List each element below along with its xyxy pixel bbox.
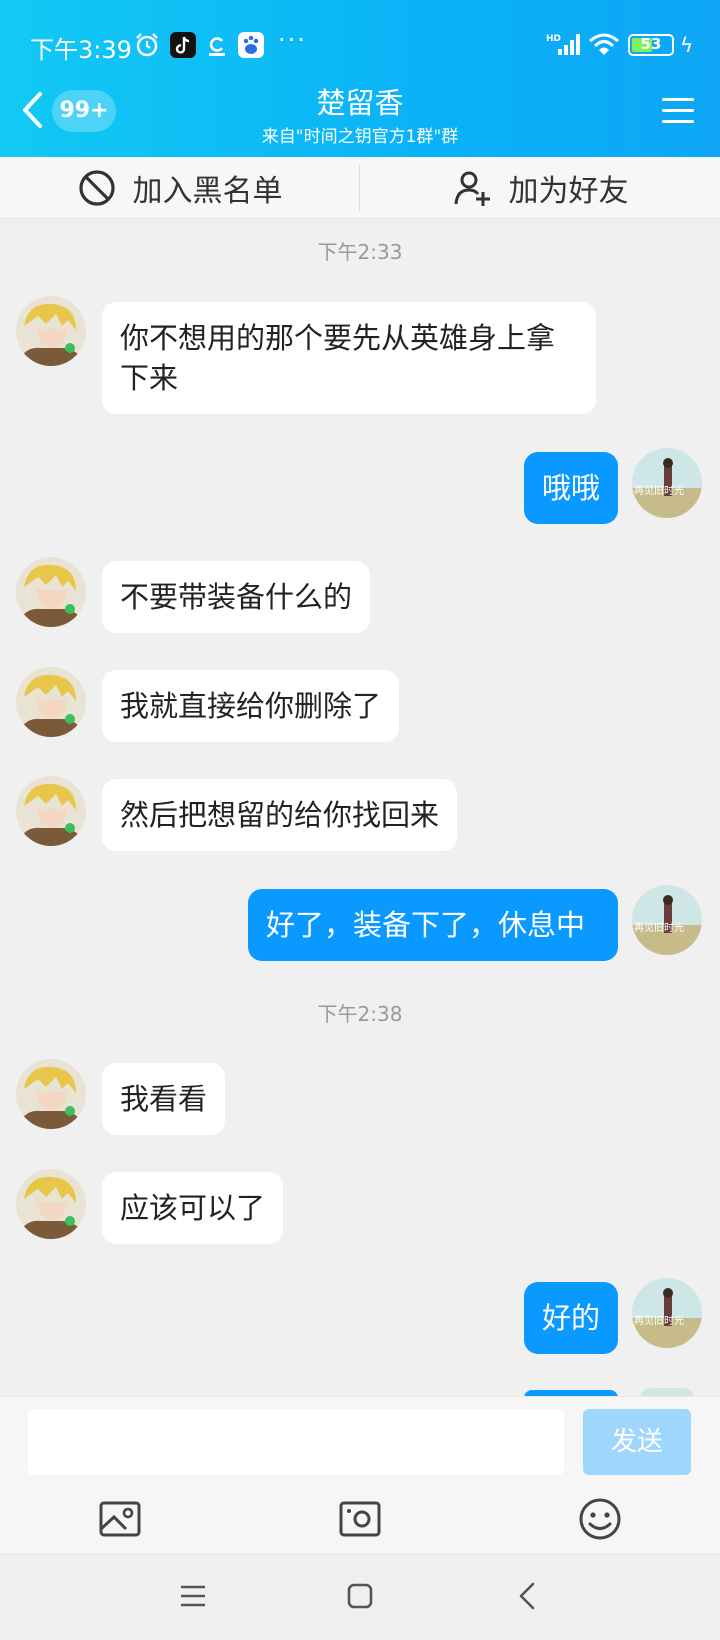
avatar-other[interactable]	[16, 776, 86, 846]
send-button[interactable]: 发送	[583, 1409, 691, 1475]
message-bubble[interactable]: 不要带装备什么的	[102, 561, 371, 633]
status-bar: 下午3:39 ··· HD 53 ϟ	[0, 0, 720, 90]
message-bubble[interactable]: 然后把想留的给你找回来	[102, 779, 458, 851]
svg-text:HD: HD	[546, 34, 561, 44]
stranger-action-bar: 加入黑名单 加为好友	[0, 157, 720, 219]
message-bubble[interactable]: 应该可以了	[102, 1172, 284, 1244]
status-time: 下午3:39	[30, 36, 132, 64]
message-bubble[interactable]: 我看看	[102, 1063, 226, 1135]
message-bubble-self[interactable]: 好了，装备下了，休息中	[248, 889, 618, 961]
page-title: 楚留香	[316, 86, 404, 120]
add-user-icon	[454, 171, 490, 206]
page-subtitle: 来自"时间之钥官方1群"群	[261, 127, 459, 147]
message-input[interactable]	[28, 1409, 564, 1475]
charging-icon: ϟ	[680, 33, 694, 57]
emoji-icon[interactable]	[578, 1497, 622, 1541]
image-icon[interactable]	[98, 1497, 142, 1541]
menu-icon[interactable]	[662, 96, 694, 126]
add-friend-label: 加为好友	[508, 174, 629, 209]
battery-icon: 53	[628, 34, 674, 56]
avatar-other[interactable]	[16, 1169, 86, 1239]
tiktok-icon	[170, 32, 196, 58]
avatar-self[interactable]: 再见旧时光	[632, 448, 702, 518]
chat-header: 下午3:39 ··· HD 53 ϟ 99+ 楚留香 来自"时间之钥官方1群"群	[0, 0, 720, 157]
avatar-other[interactable]	[16, 557, 86, 627]
avatar-self[interactable]: 再见旧时光	[632, 1278, 702, 1348]
composer: 发送	[0, 1396, 720, 1554]
alarm-icon	[136, 33, 158, 57]
block-icon	[78, 170, 115, 206]
avatar-self[interactable]: 再见旧时光	[632, 885, 702, 955]
svg-text:再见旧时光: 再见旧时光	[634, 484, 684, 497]
avatar-other[interactable]	[16, 1059, 86, 1129]
message-bubble-self[interactable]: 哦哦	[524, 452, 618, 524]
system-nav-bar	[0, 1554, 720, 1640]
timestamp: 下午2:38	[317, 1002, 403, 1026]
svg-text:再见旧时光: 再见旧时光	[634, 921, 684, 934]
add-friend-button[interactable]: 加为好友	[361, 157, 720, 219]
wifi-icon	[589, 33, 619, 55]
notification-app-icon	[209, 37, 225, 56]
back-nav-icon[interactable]	[513, 1581, 543, 1611]
action-divider	[359, 165, 360, 211]
home-icon[interactable]	[345, 1581, 375, 1611]
more-notifications: ···	[278, 26, 307, 54]
battery-percent: 53	[640, 35, 662, 53]
timestamp: 下午2:33	[317, 240, 403, 264]
blacklist-button[interactable]: 加入黑名单	[0, 157, 359, 219]
recent-apps-icon[interactable]	[178, 1581, 208, 1611]
baidu-app-icon	[238, 32, 264, 58]
svg-text:再见旧时光: 再见旧时光	[634, 1314, 684, 1327]
camera-icon[interactable]	[338, 1497, 382, 1541]
blacklist-label: 加入黑名单	[132, 174, 283, 209]
signal-icon: HD	[546, 34, 580, 55]
message-bubble[interactable]: 你不想用的那个要先从英雄身上拿下来	[102, 302, 596, 414]
message-bubble-self[interactable]: 好的	[524, 1282, 618, 1354]
avatar-other[interactable]	[16, 296, 86, 366]
message-bubble[interactable]: 我就直接给你删除了	[102, 670, 400, 742]
avatar-other[interactable]	[16, 667, 86, 737]
